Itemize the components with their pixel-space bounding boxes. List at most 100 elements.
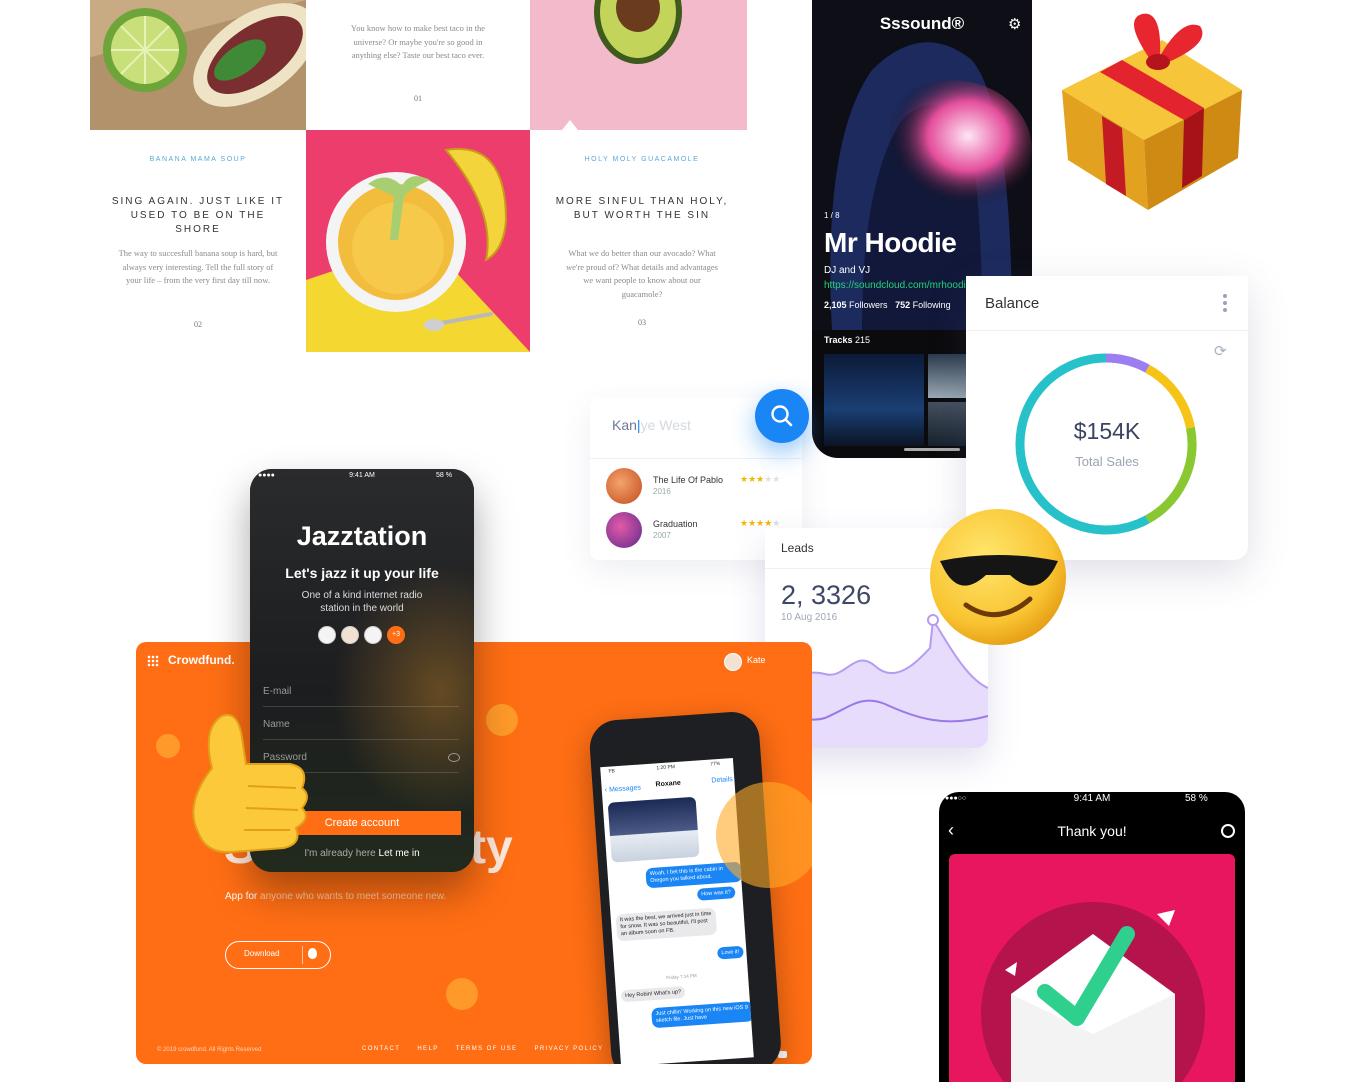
messages-back-link[interactable]: ‹ Messages: [605, 784, 642, 794]
search-icon: [771, 405, 793, 427]
app-subtitle: One of a kind internet radio station in …: [301, 590, 423, 614]
tracks-heading: Tracks 215: [824, 335, 870, 345]
sound-brand: Sssound®: [879, 14, 965, 33]
listener-avatars: +3: [318, 626, 418, 644]
thumbs-up-emoji: [172, 708, 318, 864]
footer-nav: CONTACT HELP TERMS OF USE PRIVACY POLICY: [362, 1046, 604, 1052]
tracks-label: Tracks: [824, 335, 853, 345]
conversation-contact: Roxane: [655, 779, 682, 789]
guacamole-headline: MORE SINFUL THAN HOLY, BUT WORTH THE SIN: [555, 196, 729, 221]
settings-gear-icon[interactable]: ⚙: [1008, 15, 1021, 33]
banana-text-tile: BANANA MAMA SOUP SING AGAIN. JUST LIKE I…: [90, 130, 306, 352]
banana-headline: SING AGAIN. JUST LIKE IT USED TO BE ON T…: [111, 196, 285, 235]
banana-kicker: BANANA MAMA SOUP: [149, 156, 247, 163]
tracks-count: 215: [855, 335, 871, 345]
status-battery: 58 %: [1185, 793, 1208, 804]
email-field[interactable]: E-mail: [263, 686, 459, 707]
album-cover-pablo: [606, 468, 642, 504]
banana-soup-photo: [306, 130, 530, 352]
search-button[interactable]: [755, 389, 809, 443]
hero-description-rest: anyone who wants to meet someone new.: [260, 891, 447, 902]
app-title: Jazztation: [296, 521, 428, 551]
grid-menu-icon[interactable]: [147, 655, 159, 667]
artist-url-link[interactable]: https://soundcloud.com/mrhoodie: [824, 280, 971, 291]
signal-icon: ●●●●: [258, 472, 275, 479]
decor-bubble: [446, 978, 478, 1010]
refresh-icon[interactable]: ⟳: [1214, 342, 1227, 360]
taco-body: You know how to make best taco in the un…: [350, 23, 486, 60]
result-rating: ★★★★★: [740, 474, 780, 485]
conversation-day-label: Friday 7:14 PM: [666, 973, 697, 981]
user-name[interactable]: Kate: [747, 655, 766, 665]
result-title: Graduation: [653, 519, 698, 529]
rating-filled-stars: ★★★★: [740, 518, 773, 528]
show-password-eye-icon[interactable]: [448, 753, 460, 762]
copyright-text: © 2019 crowdfund. All Rights Reserved: [157, 1047, 262, 1053]
footer-link-contact[interactable]: CONTACT: [362, 1046, 400, 1052]
taco-number: 01: [414, 94, 422, 103]
avatar: [341, 626, 359, 644]
more-options-icon[interactable]: [1222, 294, 1228, 314]
footer-link-privacy[interactable]: PRIVACY POLICY: [534, 1046, 603, 1052]
track-thumbnail-small[interactable]: [928, 402, 968, 446]
hero-description-lead: App for: [225, 891, 261, 902]
total-sales-value: $154K: [1073, 418, 1141, 444]
iphone-messages-mockup: FB 1:20 PM 77% ‹ Messages Roxane Details…: [588, 710, 783, 1064]
avatar: [318, 626, 336, 644]
sunglasses-emoji: [926, 505, 1070, 649]
download-button[interactable]: Download: [225, 941, 331, 969]
decor-translucent-circle: [716, 782, 812, 888]
track-thumbnail-small[interactable]: [928, 354, 968, 398]
avatar: [364, 626, 382, 644]
taco-photo: [90, 0, 306, 130]
result-title: The Life Of Pablo: [653, 475, 724, 485]
banana-number: 02: [194, 320, 202, 329]
crowdfund-logo[interactable]: Crowdfund.: [168, 653, 235, 667]
hero-headline-end: ty: [470, 821, 513, 874]
total-sales-label: Total Sales: [1075, 454, 1139, 469]
screen-title: Thank you!: [1057, 823, 1127, 839]
search-icon[interactable]: [1221, 824, 1235, 838]
taco-text-tile: You know how to make best taco in the un…: [306, 0, 530, 130]
guacamole-text-tile: HOLY MOLY GUACAMOLE MORE SINFUL THAN HOL…: [530, 130, 754, 352]
avocado-photo: [530, 0, 747, 130]
search-result-row[interactable]: The Life Of Pablo 2016 ★★★★★: [606, 468, 796, 504]
album-cover-graduation: [606, 512, 642, 548]
details-link[interactable]: Details: [711, 776, 733, 784]
search-input[interactable]: Kan|ye West: [612, 417, 691, 433]
following-label: Following: [912, 300, 951, 310]
status-battery: 77%: [710, 760, 721, 768]
user-avatar[interactable]: [724, 653, 742, 671]
status-carrier: FB: [608, 768, 616, 775]
apple-icon: [302, 946, 303, 964]
leads-title: Leads: [781, 541, 814, 555]
balance-title: Balance: [985, 295, 1040, 312]
followers-label: Followers: [849, 300, 888, 310]
cabin-photo[interactable]: [607, 796, 700, 863]
footer-link-help[interactable]: HELP: [417, 1046, 438, 1052]
leads-value: 2, 3326: [781, 580, 872, 610]
artist-name: Mr Hoodie: [824, 227, 957, 258]
message-bubble-received: It was the best, we arrived just in time…: [615, 907, 718, 942]
rating-filled-stars: ★★★: [740, 474, 765, 484]
download-label: Download: [244, 949, 280, 958]
followers-count: 2,105: [824, 300, 847, 310]
app-tagline: Let's jazz it up your life: [285, 565, 439, 581]
balance-header-divider: [966, 330, 1248, 331]
rating-empty-stars: ★: [772, 518, 781, 528]
message-bubble-received: Hey Robin! What's up?: [620, 985, 686, 1003]
status-time: 1:20 PM: [656, 764, 676, 772]
status-bar: FB 1:20 PM 77%: [600, 760, 733, 775]
ring-segment-0: [1105, 353, 1150, 373]
apple-logo-icon: [308, 948, 317, 959]
track-thumbnail-large[interactable]: [824, 354, 924, 446]
hero-description: App for anyone who wants to meet someone…: [225, 891, 446, 902]
let-me-in-link[interactable]: Let me in: [379, 848, 420, 859]
guacamole-kicker: HOLY MOLY GUACAMOLE: [584, 156, 700, 163]
gift-box-emoji: [1052, 0, 1252, 212]
following-count: 752: [895, 300, 911, 310]
more-listeners-badge: +3: [387, 626, 405, 644]
thank-you-phone: ●●●○○ 9:41 AM 58 % ‹ Thank you!: [939, 792, 1245, 1082]
search-divider: [590, 458, 802, 459]
footer-link-terms[interactable]: TERMS OF USE: [456, 1046, 518, 1052]
